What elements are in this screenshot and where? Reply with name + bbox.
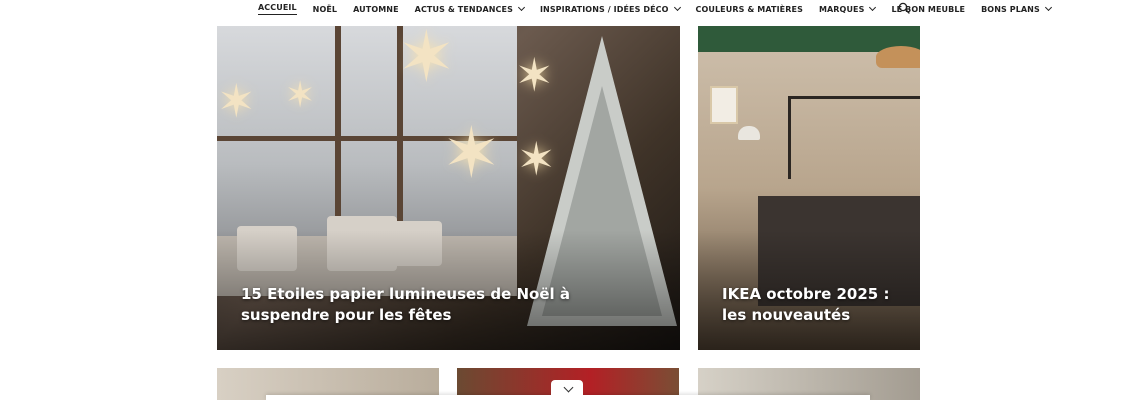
paper-star-icon: ✶ — [397, 26, 456, 96]
expand-panel-button[interactable] — [551, 380, 583, 398]
featured-article-main[interactable]: ✶ ✶ ✶ ✶ ✶ ✶ 15 Etoiles papier lumineuses… — [217, 26, 680, 350]
featured-article-side[interactable]: IKEA octobre 2025 : les nouveautés — [698, 26, 920, 350]
chevron-down-icon — [1044, 3, 1052, 12]
nav-item-label: ACCUEIL — [258, 3, 297, 12]
paper-star-icon: ✶ — [515, 49, 554, 101]
nav-item-marques[interactable]: MARQUES — [818, 3, 877, 15]
paper-star-icon: ✶ — [517, 133, 556, 185]
main-navigation: ACCUEIL NOËL AUTOMNE ACTUS & TENDANCES I… — [0, 0, 1140, 18]
nav-item-label: INSPIRATIONS / IDÉES DÉCO — [539, 4, 669, 14]
paper-star-icon: ✶ — [285, 74, 316, 115]
paper-star-icon: ✶ — [442, 114, 501, 192]
nav-item-label: BONS PLANS — [981, 4, 1040, 14]
nav-item-label: ACTUS & TENDANCES — [414, 4, 513, 14]
desk-lamp-image — [738, 126, 760, 140]
nav-item-label: COULEURS & MATIÈRES — [695, 4, 803, 14]
article-title[interactable]: 15 Etoiles papier lumineuses de Noël à s… — [241, 284, 656, 326]
wall-frame-image — [710, 86, 738, 124]
chevron-down-icon — [869, 3, 877, 12]
pendant-lamp-image — [876, 46, 920, 68]
search-icon[interactable] — [898, 2, 910, 14]
nav-menu: ACCUEIL NOËL AUTOMNE ACTUS & TENDANCES I… — [258, 3, 1067, 15]
chevron-down-icon — [517, 3, 525, 12]
nav-item-automne[interactable]: AUTOMNE — [353, 3, 399, 15]
nav-item-label: AUTOMNE — [353, 4, 399, 14]
chevron-down-icon — [563, 382, 573, 392]
nav-item-inspirations[interactable]: INSPIRATIONS / IDÉES DÉCO — [539, 3, 681, 15]
nav-item-label: NOËL — [312, 4, 338, 14]
chevron-down-icon — [673, 3, 681, 12]
nav-item-couleurs-matieres[interactable]: COULEURS & MATIÈRES — [696, 3, 803, 15]
paper-star-icon: ✶ — [217, 75, 256, 127]
article-title[interactable]: IKEA octobre 2025 : les nouveautés — [722, 284, 896, 326]
nav-item-noel[interactable]: NOËL — [313, 3, 337, 15]
nav-item-accueil[interactable]: ACCUEIL — [258, 3, 297, 15]
nav-item-label: MARQUES — [818, 4, 865, 14]
nav-item-actus-tendances[interactable]: ACTUS & TENDANCES — [414, 3, 525, 15]
nav-item-bons-plans[interactable]: BONS PLANS — [981, 3, 1052, 15]
bed-headboard-image — [788, 96, 920, 179]
